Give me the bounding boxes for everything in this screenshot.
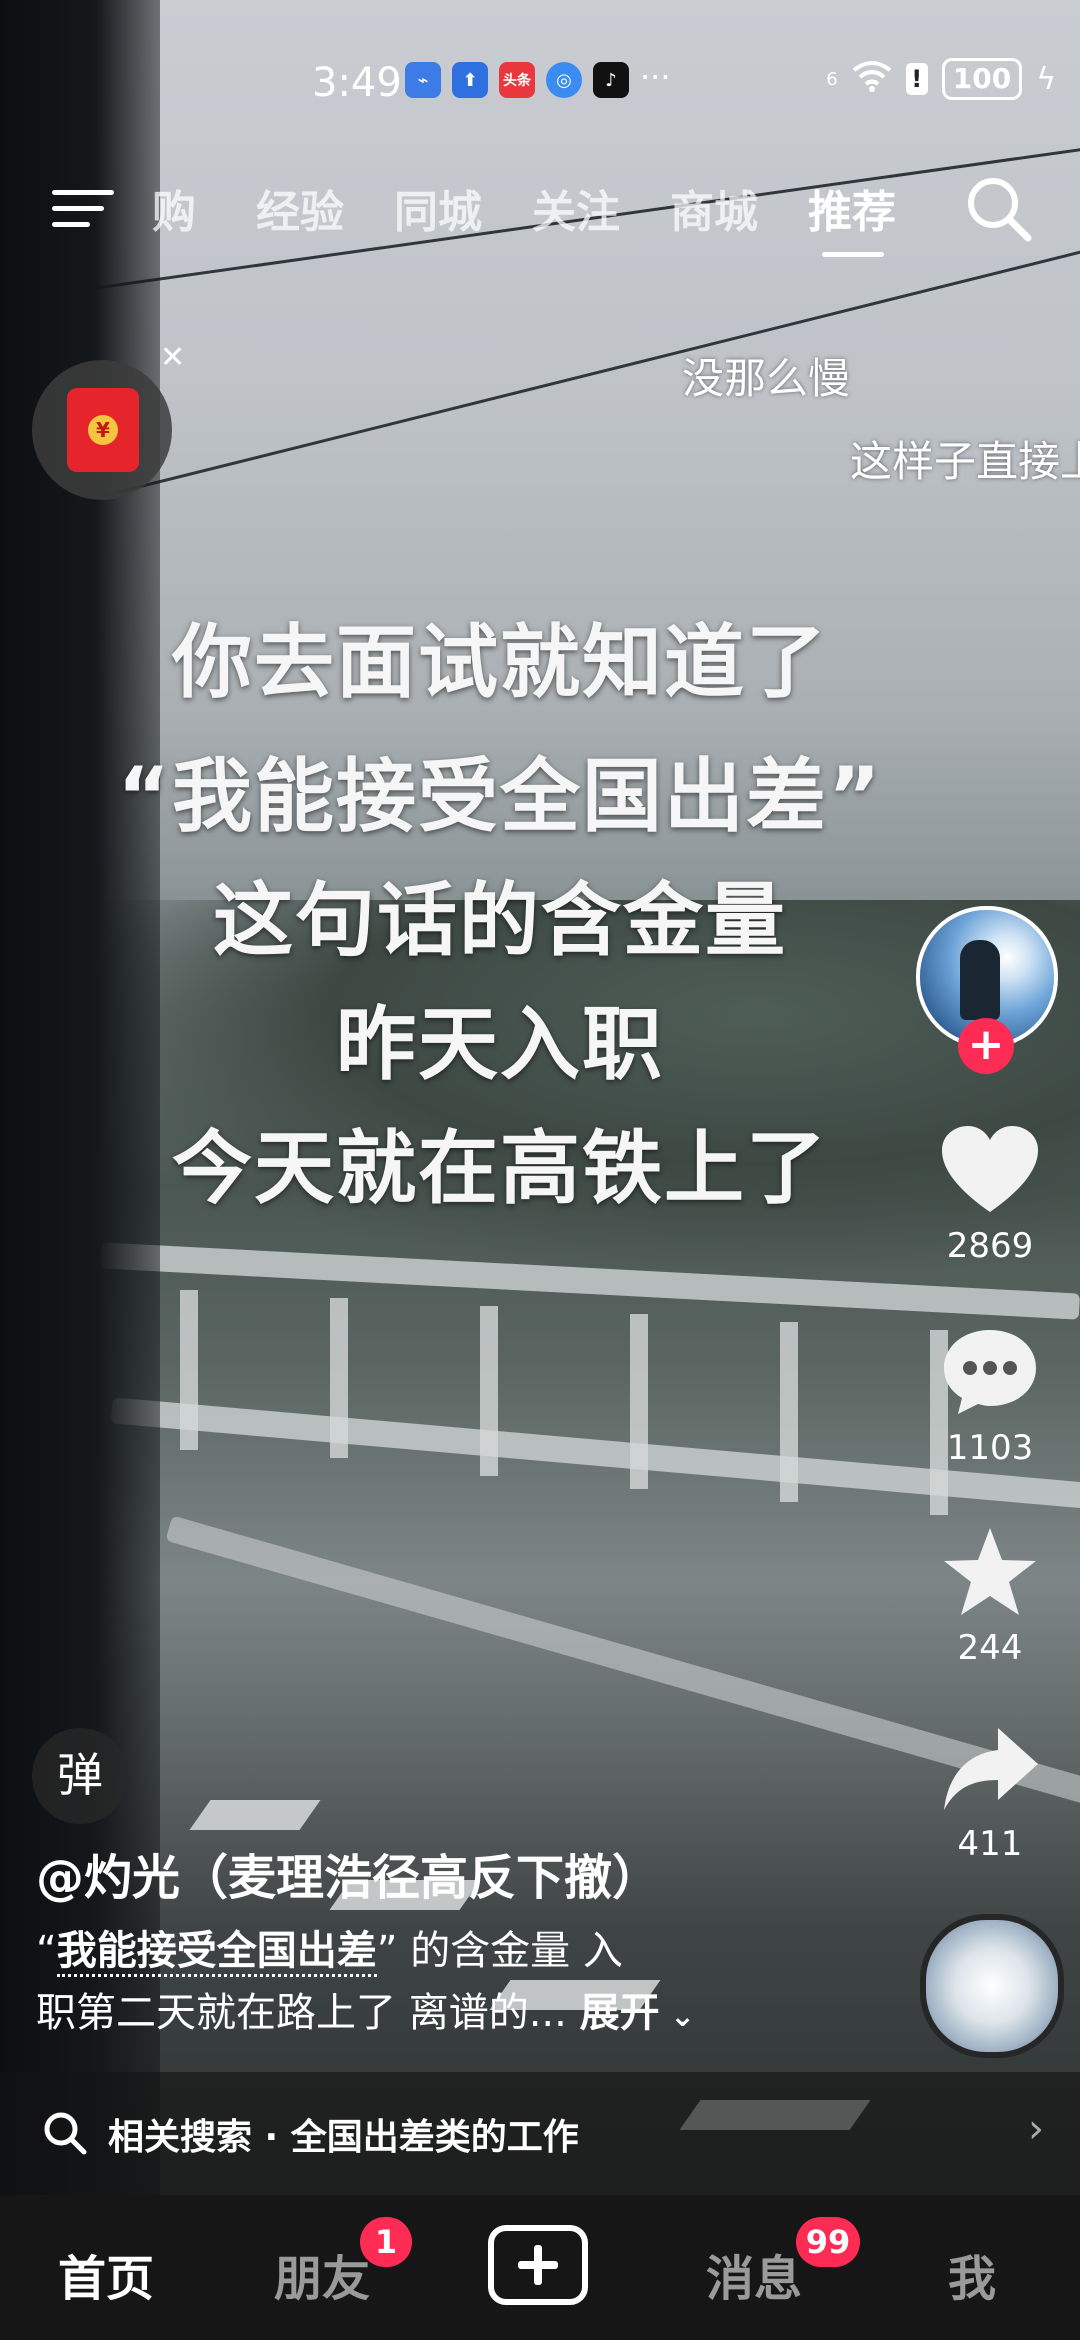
close-icon[interactable]: ✕ <box>160 340 185 375</box>
usb-icon: ⌁ <box>405 62 441 98</box>
clock: 3:49 <box>312 60 402 106</box>
heart-icon <box>942 1126 1038 1212</box>
video-caption-line: “我能接受全国出差” <box>117 750 883 843</box>
favorite-count: 244 <box>957 1628 1023 1668</box>
author-avatar[interactable]: + <box>916 906 1058 1074</box>
red-envelope-button[interactable]: ¥ <box>32 360 172 500</box>
related-search-label: 相关搜索 · 全国出差类的工作 <box>108 2117 579 2158</box>
video-description[interactable]: “我能接受全国出差” 的含金量 入 职第二天就在路上了 离谱的... 展开 ⌄ <box>36 1920 866 2048</box>
railing-post <box>480 1306 498 1476</box>
music-disc-icon[interactable] <box>920 1914 1064 2058</box>
railing-post <box>330 1298 348 1458</box>
star-icon <box>944 1528 1036 1615</box>
active-tab-indicator <box>822 252 884 257</box>
danmaku-comment: 没那么慢 <box>682 354 851 403</box>
battery-indicator: 100 <box>941 58 1023 100</box>
share-button[interactable]: 411 <box>930 1724 1050 1864</box>
nav-messages[interactable]: 消息 <box>706 2239 802 2309</box>
tab-experience[interactable]: 经验 <box>256 176 344 240</box>
railing-post <box>180 1290 198 1450</box>
video-caption-line: 你去面试就知道了 <box>172 616 828 709</box>
description-hashtag-link[interactable]: 我能接受全国出差 <box>56 1928 377 1977</box>
tab-shop[interactable]: 购 <box>152 176 196 240</box>
signal-label: 6 <box>826 68 838 90</box>
chevron-right-icon: › <box>1028 2106 1044 2152</box>
comment-count: 1103 <box>946 1428 1034 1468</box>
railing-post <box>780 1322 798 1502</box>
top-nav: 购 经验 同城 关注 商城 推荐 <box>0 170 1080 257</box>
charging-icon: ϟ <box>1036 61 1056 97</box>
like-button[interactable]: 2869 <box>930 1124 1050 1266</box>
upload-icon: ⬆ <box>452 62 488 98</box>
browser-icon: ◎ <box>546 62 582 98</box>
menu-icon[interactable] <box>52 184 114 234</box>
track-sleeper <box>189 1800 321 1830</box>
nav-friends[interactable]: 朋友 <box>274 2239 370 2309</box>
share-count: 411 <box>957 1824 1023 1864</box>
comment-icon <box>944 1330 1036 1414</box>
nav-me[interactable]: 我 <box>948 2239 996 2309</box>
search-icon <box>44 2112 87 2155</box>
follow-plus-icon[interactable]: + <box>958 1018 1014 1074</box>
chevron-down-icon: ⌄ <box>659 1999 696 2034</box>
search-icon[interactable] <box>964 174 1034 244</box>
related-search-bar[interactable]: 相关搜索 · 全国出差类的工作 › <box>0 2072 1080 2195</box>
danmaku-toggle-button[interactable]: 弹 <box>32 1728 128 1824</box>
tab-mall[interactable]: 商城 <box>670 176 758 240</box>
toutiao-icon: 头条 <box>499 62 535 98</box>
like-count: 2869 <box>946 1226 1034 1266</box>
tab-following[interactable]: 关注 <box>532 176 620 240</box>
railing-post <box>630 1314 648 1489</box>
create-button[interactable] <box>488 2225 588 2305</box>
friends-badge: 1 <box>360 2217 412 2267</box>
bottom-nav: 首页 朋友 1 消息 99 我 <box>0 2195 1080 2340</box>
share-icon <box>944 1728 1038 1810</box>
nav-home[interactable]: 首页 <box>58 2239 154 2309</box>
alert-icon: ! <box>905 63 928 95</box>
expand-button[interactable]: 展开 ⌄ <box>580 1990 696 2036</box>
comment-button[interactable]: 1103 <box>930 1326 1050 1468</box>
video-caption-line: 昨天入职 <box>336 998 664 1091</box>
tiktok-icon: ♪ <box>593 62 629 98</box>
video-caption-line: 这句话的含金量 <box>213 874 787 967</box>
more-notifications-icon: ··· <box>640 58 671 96</box>
messages-badge: 99 <box>796 2217 860 2267</box>
favorite-button[interactable]: 244 <box>930 1526 1050 1668</box>
status-bar: 3:49 ⌁ ⬆ 头条 ◎ ♪ ··· 6 ! 100 ϟ <box>0 40 1080 120</box>
danmaku-comment: 这样子直接上 <box>850 437 1080 486</box>
tab-recommend[interactable]: 推荐 <box>808 176 896 240</box>
tab-nearby[interactable]: 同城 <box>394 176 482 240</box>
author-name[interactable]: @灼光（麦理浩径高反下撤） <box>36 1838 660 1908</box>
wifi-icon <box>852 60 892 99</box>
video-caption-line: 今天就在高铁上了 <box>172 1122 828 1215</box>
